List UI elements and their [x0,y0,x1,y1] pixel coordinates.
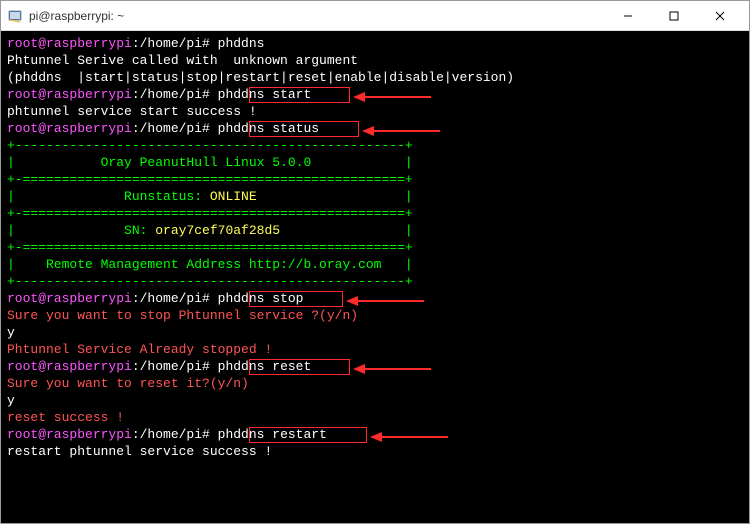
window-title: pi@raspberrypi: ~ [29,9,605,23]
status-border: +-======================================… [7,239,743,256]
cmd-start: phddns start [218,87,312,102]
titlebar[interactable]: pi@raspberrypi: ~ [1,1,749,31]
minimize-button[interactable] [605,1,651,31]
cmd-phddns: phddns [218,36,265,51]
cmd-restart: phddns restart [218,427,327,442]
status-remote: | Remote Management Address http://b.ora… [7,256,743,273]
output-usage: (phddns |start|status|stop|restart|reset… [7,69,743,86]
output-start-success: phtunnel service start success ! [7,103,743,120]
prompt-line: root@raspberrypi:/home/pi# phddns status [7,120,743,137]
cmd-status: phddns status [218,121,319,136]
putty-icon [7,8,23,24]
prompt-line: root@raspberrypi:/home/pi# phddns stop [7,290,743,307]
output-reset-success: reset success ! [7,409,743,426]
output-restart-success: restart phtunnel service success ! [7,443,743,460]
output-confirm-reset: Sure you want to reset it?(y/n) [7,375,743,392]
status-border: +---------------------------------------… [7,273,743,290]
status-sn: | SN: oray7cef70af28d5 | [7,222,743,239]
status-border: +-======================================… [7,205,743,222]
status-title: | Oray PeanutHull Linux 5.0.0 | [7,154,743,171]
cmd-stop: phddns stop [218,291,304,306]
input-y: y [7,324,743,341]
maximize-button[interactable] [651,1,697,31]
output-confirm-stop: Sure you want to stop Phtunnel service ?… [7,307,743,324]
prompt-userhost: root@raspberrypi [7,36,132,51]
prompt-line: root@raspberrypi:/home/pi# phddns [7,35,743,52]
input-y: y [7,392,743,409]
close-button[interactable] [697,1,743,31]
output-unknown: Phtunnel Serive called with unknown argu… [7,52,743,69]
putty-window: pi@raspberrypi: ~ root@raspberrypi:/home… [0,0,750,524]
window-controls [605,1,743,31]
terminal-area[interactable]: root@raspberrypi:/home/pi# phddns Phtunn… [1,31,749,523]
prompt-line: root@raspberrypi:/home/pi# phddns restar… [7,426,743,443]
prompt-line: root@raspberrypi:/home/pi# phddns start [7,86,743,103]
status-border: +---------------------------------------… [7,137,743,154]
prompt-line: root@raspberrypi:/home/pi# phddns reset [7,358,743,375]
prompt-path: :/home/pi# [132,36,210,51]
status-border: +-======================================… [7,171,743,188]
cmd-reset: phddns reset [218,359,312,374]
status-runstatus: | Runstatus: ONLINE | [7,188,743,205]
output-stopped: Phtunnel Service Already stopped ! [7,341,743,358]
